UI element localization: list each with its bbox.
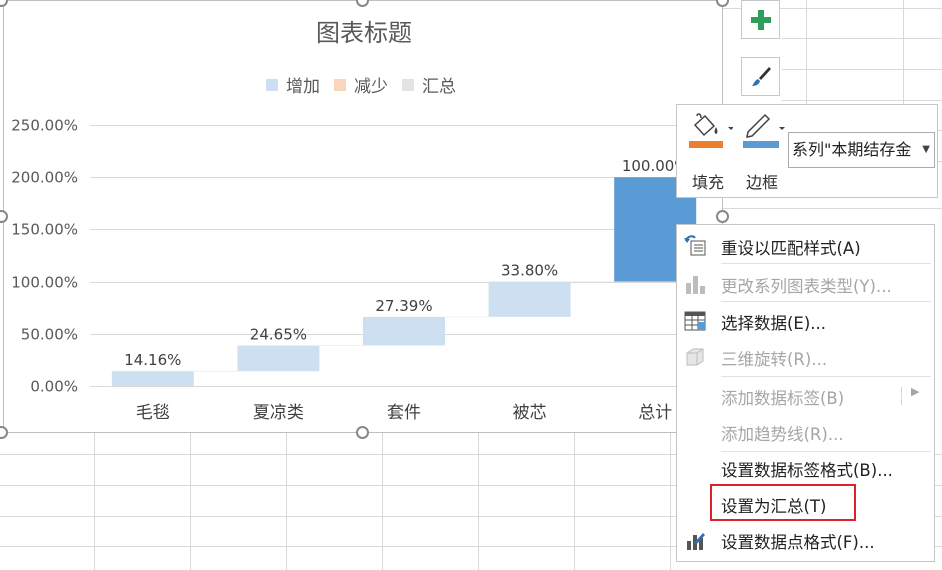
y-tick-label: 250.00% bbox=[11, 117, 78, 135]
y-tick-label: 200.00% bbox=[11, 169, 78, 187]
border-label: 边框 bbox=[745, 173, 778, 192]
menu-label-add-data-labels: 添加数据标签(B) bbox=[721, 389, 845, 408]
menu-item-format-data-labels[interactable]: 设置数据标签格式(B)... bbox=[677, 451, 934, 485]
y-tick-label: 150.00% bbox=[11, 221, 78, 239]
submenu-divider bbox=[901, 387, 902, 405]
menu-label-format-data-point: 设置数据点格式(F)... bbox=[721, 533, 875, 552]
resize-handle-bottom[interactable] bbox=[356, 426, 369, 439]
paint-bucket-icon bbox=[689, 113, 734, 148]
menu-item-3d-rotation: 三维旋转(R)... bbox=[677, 340, 934, 374]
x-category-label: 套件 bbox=[387, 403, 421, 423]
pen-icon bbox=[743, 113, 785, 148]
3d-rotate-icon bbox=[686, 348, 704, 366]
resize-handle-right[interactable] bbox=[716, 210, 729, 223]
menu-label-format-data-labels: 设置数据标签格式(B)... bbox=[721, 461, 893, 480]
menu-label-reset-style: 重设以匹配样式(A) bbox=[721, 239, 861, 258]
data-label: 27.39% bbox=[375, 297, 432, 315]
chevron-right-icon: ▶ bbox=[911, 385, 920, 398]
y-tick-label: 50.00% bbox=[21, 326, 78, 344]
menu-item-change-chart-type: 更改系列图表类型(Y)... bbox=[677, 267, 934, 301]
bar-夏凉类 bbox=[237, 345, 320, 372]
y-tick-label: 0.00% bbox=[30, 378, 78, 396]
bar-毛毯 bbox=[111, 371, 194, 386]
menu-label-3d-rotation: 三维旋转(R)... bbox=[721, 350, 828, 369]
select-data-icon bbox=[684, 311, 706, 331]
menu-label-add-trendline: 添加趋势线(R)... bbox=[721, 425, 844, 444]
menu-item-add-data-labels: 添加数据标签(B) ▶ bbox=[677, 379, 934, 413]
x-category-label: 被芯 bbox=[513, 403, 547, 423]
menu-separator bbox=[721, 376, 931, 377]
data-label: 14.16% bbox=[124, 351, 181, 369]
y-tick-label: 100.00% bbox=[11, 274, 78, 292]
plus-icon bbox=[750, 9, 771, 30]
chevron-down-icon: ▼ bbox=[920, 133, 930, 167]
x-category-label: 总计 bbox=[638, 403, 672, 423]
format-point-icon bbox=[687, 533, 705, 550]
menu-item-add-trendline: 添加趋势线(R)... bbox=[677, 415, 934, 449]
menu-item-select-data[interactable]: 选择数据(E)... bbox=[677, 304, 934, 338]
data-label: 33.80% bbox=[501, 262, 558, 280]
x-category-label: 毛毯 bbox=[136, 403, 170, 423]
highlight-box bbox=[710, 484, 856, 521]
reset-style-icon bbox=[684, 235, 706, 256]
menu-item-reset-style[interactable]: 重设以匹配样式(A) bbox=[677, 229, 934, 263]
menu-separator bbox=[721, 301, 931, 302]
plot-area[interactable]: 0.00% 50.00% 100.00% 150.00% 200.00% 250.00% 1… bbox=[4, 1, 722, 432]
x-category-label: 夏凉类 bbox=[253, 403, 304, 423]
chart-elements-button[interactable] bbox=[741, 0, 780, 39]
bar-套件 bbox=[363, 316, 445, 346]
fill-label: 填充 bbox=[691, 173, 724, 192]
menu-label-select-data: 选择数据(E)... bbox=[721, 314, 827, 333]
border-button[interactable]: 边框 bbox=[737, 113, 787, 193]
chart-styles-button[interactable] bbox=[741, 57, 780, 96]
series-select-value: 系列"本期结存金 bbox=[792, 140, 912, 159]
paintbrush-icon bbox=[751, 66, 771, 86]
data-label: 24.65% bbox=[250, 325, 307, 343]
waterfall-chart[interactable]: 图表标题 增加 减少 汇总 0.00% 50.00% 100.00% 150.00% 2… bbox=[3, 0, 723, 433]
series-select-dropdown[interactable]: 系列"本期结存金 ▼ bbox=[788, 132, 935, 168]
menu-separator bbox=[721, 263, 931, 264]
fill-button[interactable]: 填充 bbox=[683, 113, 734, 193]
menu-label-change-chart-type: 更改系列图表类型(Y)... bbox=[721, 277, 892, 296]
bar-被芯 bbox=[488, 281, 571, 317]
chart-type-icon bbox=[686, 276, 705, 294]
menu-item-format-data-point[interactable]: 设置数据点格式(F)... bbox=[677, 523, 934, 557]
format-mini-toolbar: 填充 边框 系列"本期结存金 ▼ bbox=[676, 104, 938, 198]
